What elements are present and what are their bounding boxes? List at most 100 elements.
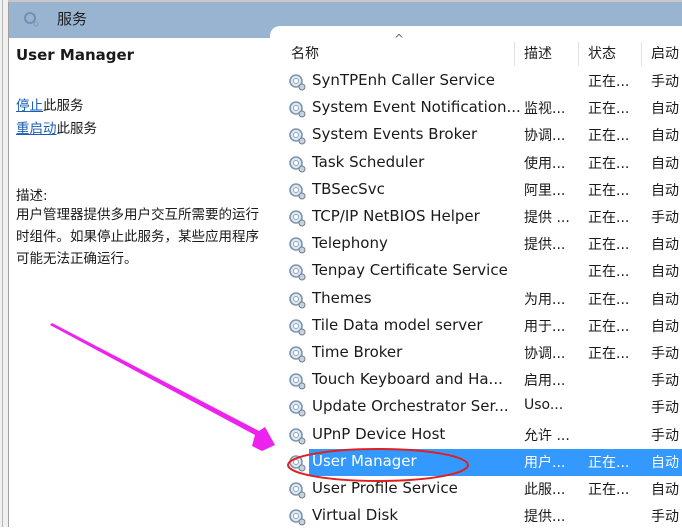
service-row[interactable]: Virtual Disk 提供... 手动 <box>279 503 682 530</box>
service-name: TBSecSvc <box>312 179 385 198</box>
service-row[interactable]: System Events Broker 协调... 正在... 自动 <box>279 122 682 149</box>
service-details-pane: User Manager 停止此服务 重启动此服务 描述: 用户管理器提供多用户… <box>9 38 271 527</box>
service-status: 正在... <box>588 101 630 118</box>
service-row[interactable]: TCP/IP NetBIOS Helper 提供 ... 正在... 手动 <box>279 204 682 231</box>
service-row[interactable]: Telephony 提供... 正在... 自动 <box>279 231 682 258</box>
service-gear-icon <box>289 74 306 91</box>
service-gear-icon <box>289 264 306 281</box>
service-row[interactable]: Tenpay Certificate Service 正在... 自动 <box>279 258 682 285</box>
service-description: 允许 ... <box>524 427 570 444</box>
service-description: 阿里... <box>524 182 566 199</box>
service-startup-type: 自动 <box>651 155 679 172</box>
service-row[interactable]: TBSecSvc 阿里... 正在... 自动 <box>279 177 682 204</box>
services-title: 服务 <box>57 10 88 28</box>
service-status: 正在... <box>588 346 630 362</box>
list-column-header: ^ 名称 描述 状态 启动 <box>279 32 682 70</box>
service-description: 此服... <box>524 482 566 498</box>
service-name: TCP/IP NetBIOS Helper <box>312 207 480 225</box>
service-description: 提供... <box>524 237 566 254</box>
service-name: System Events Broker <box>312 125 478 144</box>
service-description: 提供... <box>524 509 566 526</box>
service-name: Themes <box>312 288 372 307</box>
description-label: 描述: <box>16 188 48 204</box>
service-row[interactable]: Time Broker 协调... 正在... 手动 <box>279 340 682 367</box>
service-startup-type: 手动 <box>651 74 679 90</box>
service-row[interactable]: UPnP Device Host 允许 ... 手动 <box>279 422 682 449</box>
service-gear-icon <box>289 427 306 445</box>
service-gear-icon <box>289 400 306 417</box>
service-row[interactable]: User Manager 用户... 正在... 自动 <box>279 448 682 476</box>
service-gear-icon <box>289 509 306 526</box>
service-row[interactable]: Tile Data model server 用于... 正在... 自动 <box>279 313 682 340</box>
service-status: 正在... <box>588 318 630 335</box>
service-description: 协调... <box>524 346 566 362</box>
service-description: 为用... <box>524 291 566 308</box>
service-gear-icon <box>289 291 306 309</box>
column-separator[interactable] <box>641 42 642 66</box>
service-name: Telephony <box>312 234 388 253</box>
service-description: 用户... <box>524 454 566 471</box>
selected-service-name: User Manager <box>16 46 135 64</box>
service-name: User Profile Service <box>312 479 458 497</box>
service-status: 正在... <box>588 155 630 172</box>
service-startup-type: 手动 <box>651 346 679 362</box>
service-description: 用于... <box>524 318 566 335</box>
restart-service-link[interactable]: 重启动 <box>16 121 57 137</box>
column-separator[interactable] <box>578 42 579 66</box>
service-startup-type: 自动 <box>651 264 679 281</box>
column-separator[interactable] <box>514 42 515 66</box>
service-status: 正在... <box>588 454 630 471</box>
service-name: Time Broker <box>312 343 403 361</box>
service-startup-type: 自动 <box>651 482 679 498</box>
service-row[interactable]: Themes 为用... 正在... 自动 <box>279 286 682 313</box>
column-startup-type[interactable]: 启动 <box>651 43 679 63</box>
service-description: Uso... <box>524 397 564 414</box>
service-description: 提供 ... <box>524 210 570 226</box>
service-gear-icon <box>289 182 306 200</box>
service-startup-type: 手动 <box>651 427 679 444</box>
service-name: System Event Notification... <box>312 98 521 117</box>
service-startup-type: 自动 <box>651 182 679 199</box>
stop-service-link[interactable]: 停止 <box>16 98 43 114</box>
service-row[interactable]: SynTPEnh Caller Service 正在... 手动 <box>279 68 682 95</box>
restart-service-line: 重启动此服务 <box>16 117 97 137</box>
service-gear-icon <box>289 346 306 363</box>
service-gear-icon <box>289 237 306 254</box>
column-description[interactable]: 描述 <box>524 43 552 63</box>
service-row[interactable]: Task Scheduler 使用... 正在... 自动 <box>279 150 682 177</box>
services-list: ^ 名称 描述 状态 启动 SynTPEnh Caller Service 正在.… <box>279 32 682 530</box>
service-status: 正在... <box>588 237 630 254</box>
column-name[interactable]: 名称 <box>291 43 319 63</box>
column-status[interactable]: 状态 <box>588 43 616 63</box>
stop-service-line: 停止此服务 <box>16 94 84 114</box>
service-startup-type: 手动 <box>651 210 679 226</box>
service-gear-icon <box>289 318 306 336</box>
service-description: 监视... <box>524 101 566 118</box>
service-status: 正在... <box>588 74 630 90</box>
service-row[interactable]: System Event Notification... 监视... 正在... 自动 <box>279 95 682 122</box>
service-row[interactable]: Touch Keyboard and Ha... 启用... 手动 <box>279 367 682 394</box>
sort-ascending-icon: ^ <box>394 32 405 46</box>
service-startup-type: 自动 <box>651 237 679 254</box>
service-status: 正在... <box>588 210 630 226</box>
service-gear-icon <box>289 128 306 145</box>
service-gear-icon <box>289 454 306 472</box>
gear-icon <box>24 12 39 27</box>
service-gear-icon <box>289 101 306 118</box>
service-row[interactable]: Update Orchestrator Ser... Uso... 手动 <box>279 394 682 421</box>
service-name: Update Orchestrator Ser... <box>312 397 509 416</box>
service-startup-type: 自动 <box>651 454 679 471</box>
service-startup-type: 自动 <box>651 291 679 308</box>
service-row[interactable]: User Profile Service 此服... 正在... 自动 <box>279 476 682 503</box>
service-description: 启用... <box>524 373 566 390</box>
service-gear-icon <box>289 373 306 390</box>
service-name: Tile Data model server <box>312 315 483 334</box>
service-status: 正在... <box>588 182 630 199</box>
service-name: User Manager <box>312 451 417 470</box>
service-startup-type: 手动 <box>651 400 679 417</box>
service-status: 正在... <box>588 128 630 145</box>
service-description: 使用... <box>524 155 566 172</box>
service-startup-type: 自动 <box>651 318 679 335</box>
service-startup-type: 手动 <box>651 373 679 390</box>
service-gear-icon <box>289 210 306 227</box>
